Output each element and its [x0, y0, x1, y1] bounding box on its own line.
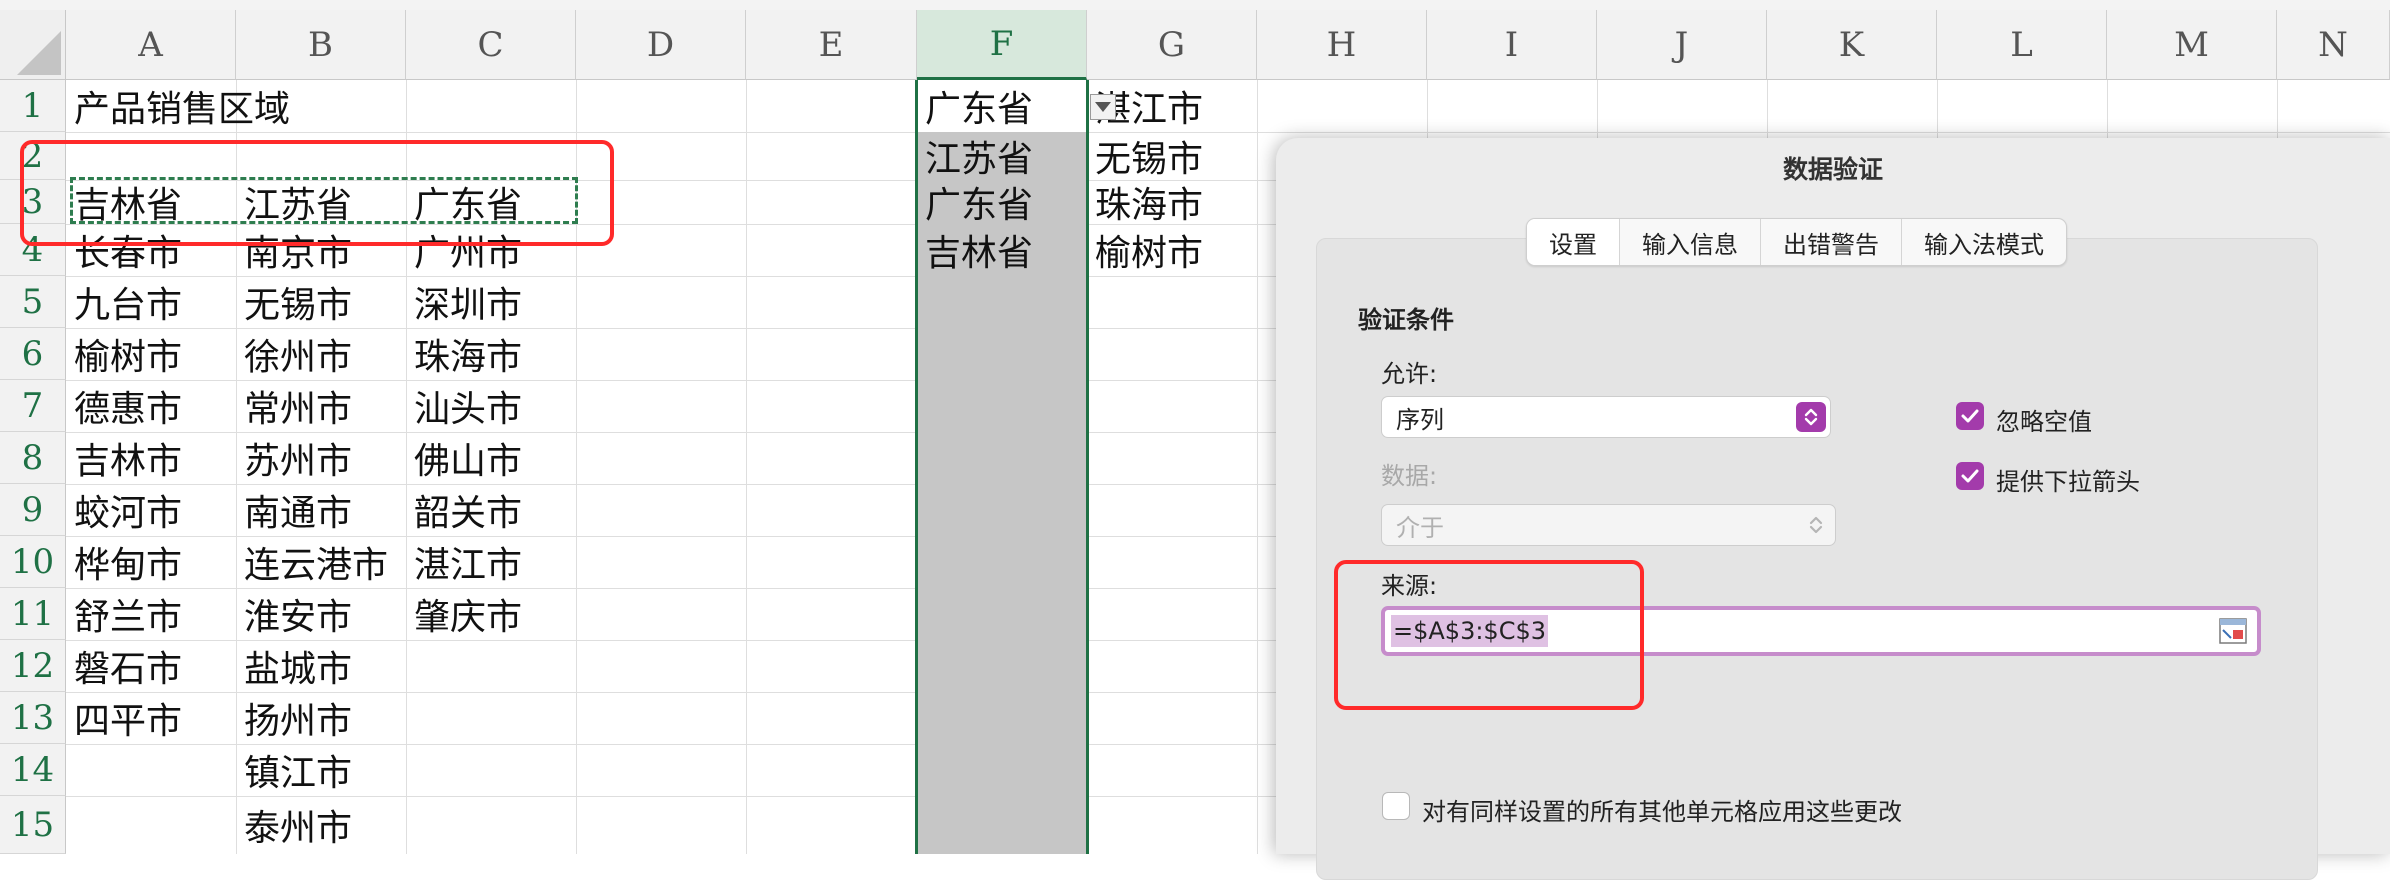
chevron-updown-icon: [1796, 402, 1826, 432]
cell-a1[interactable]: 产品销售区域: [66, 80, 290, 132]
cell-g2[interactable]: 无锡市: [1087, 132, 1203, 180]
cell-dropdown-arrow-button[interactable]: [1090, 94, 1116, 120]
cell-b12[interactable]: 盐城市: [236, 640, 352, 692]
select-all-corner[interactable]: [0, 10, 66, 80]
cell-b14[interactable]: 镇江市: [236, 744, 352, 796]
cell-c6[interactable]: 珠海市: [406, 328, 522, 380]
cell-c5[interactable]: 深圳市: [406, 276, 522, 328]
dialog-content-panel: [1316, 238, 2318, 880]
cell-b5[interactable]: 无锡市: [236, 276, 352, 328]
row-header-7[interactable]: 7: [0, 380, 66, 432]
data-label: 数据:: [1381, 462, 1438, 490]
row-header-5[interactable]: 5: [0, 276, 66, 328]
annotation-highlight-source-range: [20, 140, 614, 246]
data-select-value: 介于: [1396, 513, 1444, 542]
cell-a9[interactable]: 蛟河市: [66, 484, 182, 536]
column-header-n[interactable]: N: [2277, 10, 2390, 80]
cell-a7[interactable]: 德惠市: [66, 380, 182, 432]
column-header-d[interactable]: D: [576, 10, 746, 80]
tab-settings[interactable]: 设置: [1527, 219, 1619, 265]
cell-a6[interactable]: 榆树市: [66, 328, 182, 380]
select-all-triangle-icon: [17, 31, 61, 75]
cell-b11[interactable]: 淮安市: [236, 588, 352, 640]
section-validation-criteria: 验证条件: [1358, 306, 1454, 334]
column-header-i[interactable]: I: [1427, 10, 1597, 80]
cell-g3[interactable]: 珠海市: [1087, 180, 1203, 226]
cell-c9[interactable]: 韶关市: [406, 484, 522, 536]
tab-input-message[interactable]: 输入信息: [1619, 219, 1760, 265]
row-header-9[interactable]: 9: [0, 484, 66, 536]
dropdown-arrow-label: 提供下拉箭头: [1996, 468, 2140, 496]
tab-ime-mode[interactable]: 输入法模式: [1901, 219, 2066, 265]
cell-a5[interactable]: 九台市: [66, 276, 182, 328]
apply-all-label: 对有同样设置的所有其他单元格应用这些更改: [1422, 798, 1902, 826]
cell-c7[interactable]: 汕头市: [406, 380, 522, 432]
gridline: [66, 132, 2390, 133]
column-header-j[interactable]: J: [1597, 10, 1767, 80]
column-header-l[interactable]: L: [1937, 10, 2107, 80]
column-header-a[interactable]: A: [66, 10, 236, 80]
dialog-tab-bar: 设置 输入信息 出错警告 输入法模式: [1526, 218, 2067, 266]
row-header-11[interactable]: 11: [0, 588, 66, 640]
dialog-title: 数据验证: [1782, 155, 1883, 184]
cell-b9[interactable]: 南通市: [236, 484, 352, 536]
column-header-c[interactable]: C: [406, 10, 576, 80]
cell-b7[interactable]: 常州市: [236, 380, 352, 432]
ignore-blank-label: 忽略空值: [1996, 408, 2092, 436]
checkmark-icon: [1961, 409, 1979, 423]
gridline: [1257, 80, 1258, 854]
row-header-13[interactable]: 13: [0, 692, 66, 744]
cell-b13[interactable]: 扬州市: [236, 692, 352, 744]
cell-b15[interactable]: 泰州市: [236, 796, 352, 854]
allow-select-value: 序列: [1396, 405, 1444, 434]
data-validation-dialog: 数据验证 设置 输入信息 出错警告 输入法模式 验证条件 允许: 序列 忽略空值…: [1276, 138, 2390, 880]
annotation-highlight-source-field: [1334, 560, 1644, 710]
cell-a13[interactable]: 四平市: [66, 692, 182, 744]
row-header-8[interactable]: 8: [0, 432, 66, 484]
cell-b6[interactable]: 徐州市: [236, 328, 352, 380]
chevron-updown-icon: [1801, 510, 1831, 540]
column-header-m[interactable]: M: [2107, 10, 2277, 80]
cell-c10[interactable]: 湛江市: [406, 536, 522, 588]
cell-g4[interactable]: 榆树市: [1087, 224, 1203, 276]
apply-all-checkbox[interactable]: [1382, 792, 1410, 820]
cell-a10[interactable]: 桦甸市: [66, 536, 182, 588]
collapse-range-selector-icon[interactable]: [2219, 618, 2247, 644]
allow-label: 允许:: [1381, 360, 1438, 388]
row-header-10[interactable]: 10: [0, 536, 66, 588]
ignore-blank-checkbox[interactable]: [1956, 402, 1984, 430]
cell-c11[interactable]: 肇庆市: [406, 588, 522, 640]
dropdown-arrow-checkbox[interactable]: [1956, 462, 1984, 490]
allow-select[interactable]: 序列: [1381, 396, 1831, 438]
cell-a12[interactable]: 磐石市: [66, 640, 182, 692]
checkmark-icon: [1961, 469, 1979, 483]
row-header-14[interactable]: 14: [0, 744, 66, 796]
column-f-selection-border: [915, 80, 1089, 854]
column-header-k[interactable]: K: [1767, 10, 1937, 80]
cell-a8[interactable]: 吉林市: [66, 432, 182, 484]
cell-b8[interactable]: 苏州市: [236, 432, 352, 484]
triangle-down-icon: [1095, 102, 1111, 112]
column-header-e[interactable]: E: [746, 10, 917, 80]
column-header-f[interactable]: F: [917, 10, 1087, 80]
cell-b10[interactable]: 连云港市: [236, 536, 388, 588]
cell-a11[interactable]: 舒兰市: [66, 588, 182, 640]
row-header-1[interactable]: 1: [0, 80, 66, 132]
column-header-g[interactable]: G: [1087, 10, 1257, 80]
data-select: 介于: [1381, 504, 1836, 546]
column-header-b[interactable]: B: [236, 10, 406, 80]
column-header-h[interactable]: H: [1257, 10, 1427, 80]
row-header-15[interactable]: 15: [0, 796, 66, 854]
tab-error-alert[interactable]: 出错警告: [1760, 219, 1901, 265]
row-header-6[interactable]: 6: [0, 328, 66, 380]
gridline: [746, 80, 747, 854]
cell-c8[interactable]: 佛山市: [406, 432, 522, 484]
row-header-12[interactable]: 12: [0, 640, 66, 692]
